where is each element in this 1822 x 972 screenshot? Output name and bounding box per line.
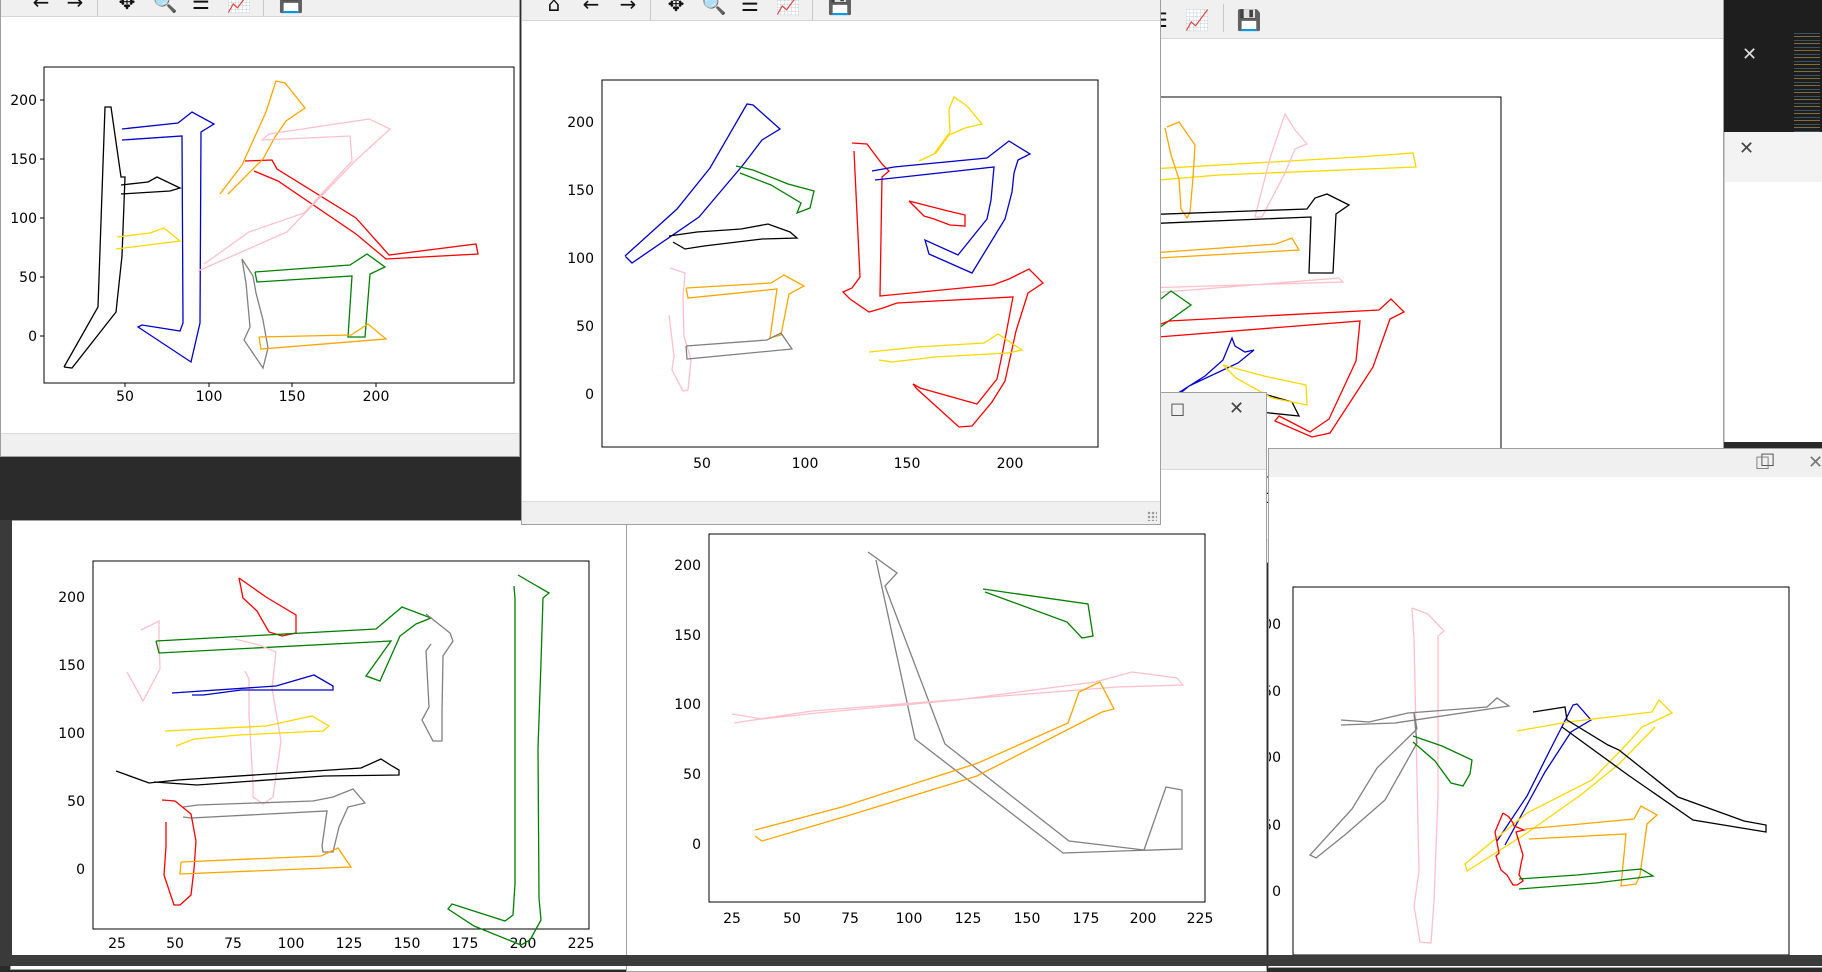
maximize-icon[interactable]: □ (1755, 452, 1770, 471)
svg-text:0: 0 (1272, 884, 1281, 900)
left-dock (0, 520, 12, 966)
svg-text:00: 00 (1268, 750, 1281, 766)
svg-text:50: 50 (19, 270, 37, 286)
chart-svg-2: 50 100 150 200 0 50 100 150 200 (567, 79, 1099, 472)
figure-window-1: ← → ✥ 🔍 ☰ 📈 💾 50 100 150 200 0 50 100 15… (0, 0, 520, 457)
svg-text:200: 200 (674, 558, 701, 574)
svg-text:200: 200 (1130, 911, 1157, 927)
figure-window-2: ⌂ ← → ✥ 🔍 ☰ 📈 💾 50 100 150 200 0 50 100 … (521, 0, 1161, 525)
svg-text:200: 200 (567, 115, 594, 131)
figure-window-6: □ 00 50 00 50 0 (1268, 448, 1822, 968)
svg-text:100: 100 (567, 251, 594, 267)
svg-text:175: 175 (452, 936, 479, 952)
svg-text:200: 200 (58, 590, 85, 606)
chart-svg-4: 25 50 75 100 125 150 175 200 225 0 50 10… (58, 560, 595, 952)
svg-text:00: 00 (1268, 617, 1281, 633)
close-icon[interactable]: ✕ (1808, 452, 1822, 473)
svg-text:50: 50 (693, 456, 711, 472)
background-dialog: ✕ (1724, 132, 1822, 442)
svg-text:125: 125 (336, 936, 363, 952)
svg-text:225: 225 (1187, 911, 1214, 927)
svg-text:150: 150 (894, 456, 921, 472)
svg-text:50: 50 (67, 794, 85, 810)
close-icon[interactable]: ✕ (1742, 44, 1757, 65)
svg-text:0: 0 (585, 387, 594, 403)
svg-text:50: 50 (166, 936, 184, 952)
svg-text:100: 100 (58, 726, 85, 742)
svg-text:150: 150 (58, 658, 85, 674)
svg-text:75: 75 (841, 911, 859, 927)
svg-text:25: 25 (108, 936, 126, 952)
svg-text:100: 100 (10, 211, 37, 227)
svg-text:50: 50 (683, 767, 701, 783)
svg-text:200: 200 (10, 93, 37, 109)
chart-svg-1: 50 100 150 200 0 50 100 150 200 (10, 66, 515, 405)
close-icon[interactable]: ✕ (1739, 138, 1754, 159)
svg-text:150: 150 (279, 389, 306, 405)
svg-text:150: 150 (567, 183, 594, 199)
svg-text:100: 100 (792, 456, 819, 472)
svg-text:100: 100 (278, 936, 305, 952)
taskbar (0, 955, 1822, 966)
svg-text:125: 125 (955, 911, 982, 927)
status-bar (1, 433, 519, 456)
svg-text:50: 50 (576, 319, 594, 335)
svg-text:50: 50 (1268, 684, 1281, 700)
svg-text:175: 175 (1073, 911, 1100, 927)
svg-text:150: 150 (674, 628, 701, 644)
svg-text:150: 150 (10, 152, 37, 168)
svg-text:75: 75 (224, 936, 242, 952)
svg-text:200: 200 (997, 456, 1024, 472)
svg-text:100: 100 (196, 389, 223, 405)
status-bar (522, 501, 1160, 524)
svg-text:0: 0 (692, 837, 701, 853)
svg-text:50: 50 (1268, 818, 1281, 834)
svg-text:25: 25 (723, 911, 741, 927)
svg-text:50: 50 (783, 911, 801, 927)
svg-text:100: 100 (674, 697, 701, 713)
svg-text:200: 200 (363, 389, 390, 405)
svg-text:100: 100 (896, 911, 923, 927)
svg-text:50: 50 (116, 389, 134, 405)
figure-window-4: 25 50 75 100 125 150 175 200 225 0 50 10… (10, 520, 630, 970)
svg-text:150: 150 (394, 936, 421, 952)
chart-svg-6: 00 50 00 50 0 (1268, 586, 1790, 956)
svg-text:0: 0 (28, 329, 37, 345)
svg-text:225: 225 (568, 936, 595, 952)
resize-grip[interactable] (1147, 511, 1157, 521)
svg-text:150: 150 (1014, 911, 1041, 927)
svg-text:0: 0 (76, 862, 85, 878)
